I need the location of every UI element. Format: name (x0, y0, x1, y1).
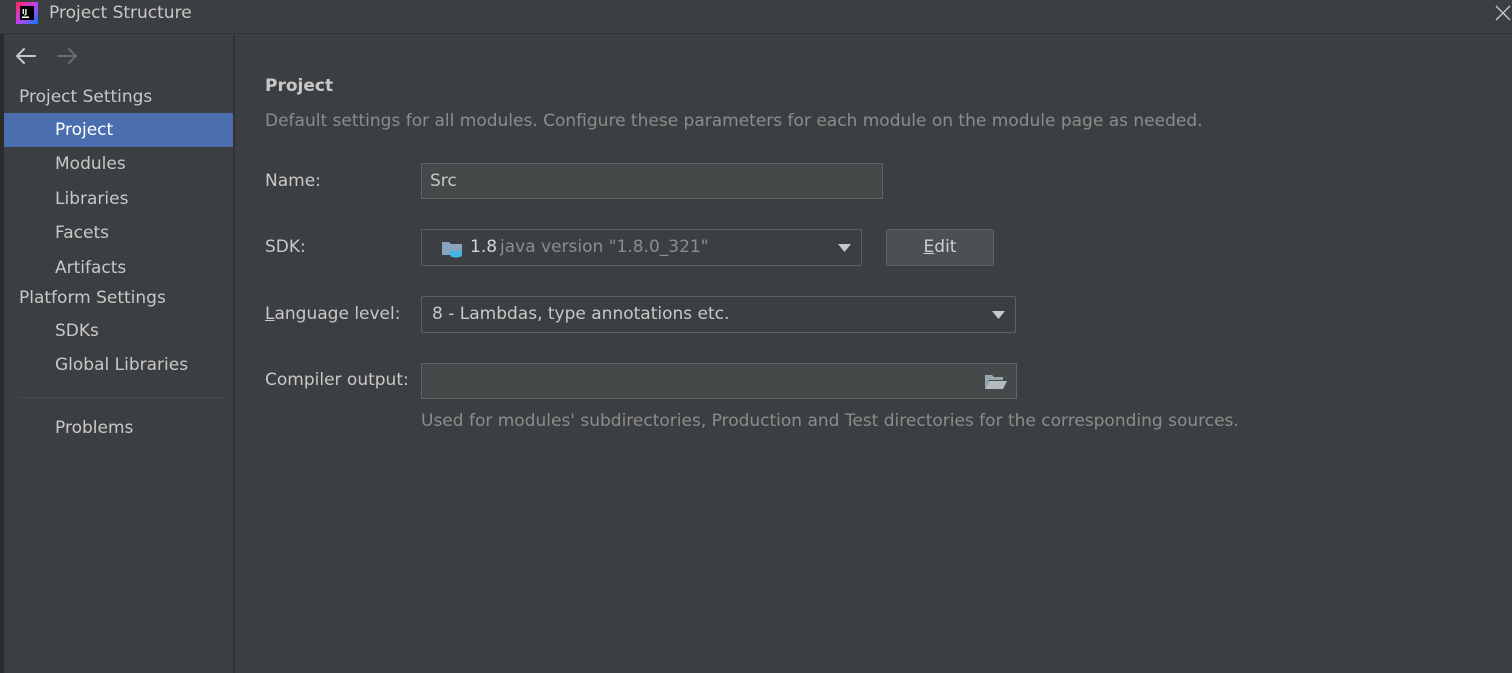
svg-text:IJ: IJ (22, 8, 27, 16)
sidebar-item-sdks[interactable]: SDKs (4, 314, 233, 348)
sdk-dropdown[interactable]: 1.8 java version "1.8.0_321" (421, 229, 862, 266)
page-title: Project (265, 76, 334, 96)
language-level-value: 8 - Lambdas, type annotations etc. (432, 304, 730, 324)
edit-button-label-rest: dit (934, 237, 957, 257)
sdk-label: SDK: (265, 237, 306, 257)
group-title-project-settings: Project Settings (19, 87, 153, 107)
compiler-output-hint: Used for modules' subdirectories, Produc… (421, 411, 1239, 431)
close-icon[interactable] (1492, 2, 1512, 24)
language-level-label: Language level: (265, 304, 400, 324)
edit-button-mnemonic: E (923, 237, 935, 257)
sdk-version: 1.8 (470, 237, 498, 257)
window-title: Project Structure (49, 3, 192, 23)
folder-open-icon[interactable] (984, 373, 1008, 391)
sidebar-item-libraries[interactable]: Libraries (4, 182, 233, 216)
compiler-output-field[interactable] (421, 363, 1017, 399)
sidebar-item-problems[interactable]: Problems (4, 411, 233, 445)
sdk-detail: java version "1.8.0_321" (500, 237, 709, 257)
name-field[interactable]: Src (421, 163, 883, 199)
language-level-label-rest: anguage level: (274, 304, 401, 324)
intellij-icon: IJ (16, 2, 38, 24)
sdk-folder-icon (442, 242, 462, 258)
title-bar: IJ Project Structure (0, 0, 1512, 34)
language-level-dropdown[interactable]: 8 - Lambdas, type annotations etc. (421, 296, 1016, 333)
sidebar-divider (19, 397, 224, 398)
arrow-right-icon[interactable] (54, 43, 80, 69)
chevron-down-icon (992, 311, 1005, 319)
chevron-down-icon (838, 244, 851, 252)
sidebar: Project Settings Project Modules Librari… (4, 35, 233, 673)
sidebar-item-global-libraries[interactable]: Global Libraries (4, 348, 233, 382)
main-panel: Project Default settings for all modules… (235, 35, 1512, 673)
edit-sdk-button[interactable]: Edit (886, 229, 994, 266)
sidebar-item-facets[interactable]: Facets (4, 216, 233, 250)
sidebar-item-artifacts[interactable]: Artifacts (4, 251, 233, 285)
group-title-platform-settings: Platform Settings (19, 288, 166, 308)
arrow-left-icon[interactable] (13, 43, 39, 69)
compiler-output-label: Compiler output: (265, 370, 409, 390)
name-label: Name: (265, 171, 321, 191)
page-description: Default settings for all modules. Config… (265, 111, 1203, 131)
sidebar-item-modules[interactable]: Modules (4, 147, 233, 181)
sidebar-item-project[interactable]: Project (4, 113, 233, 147)
